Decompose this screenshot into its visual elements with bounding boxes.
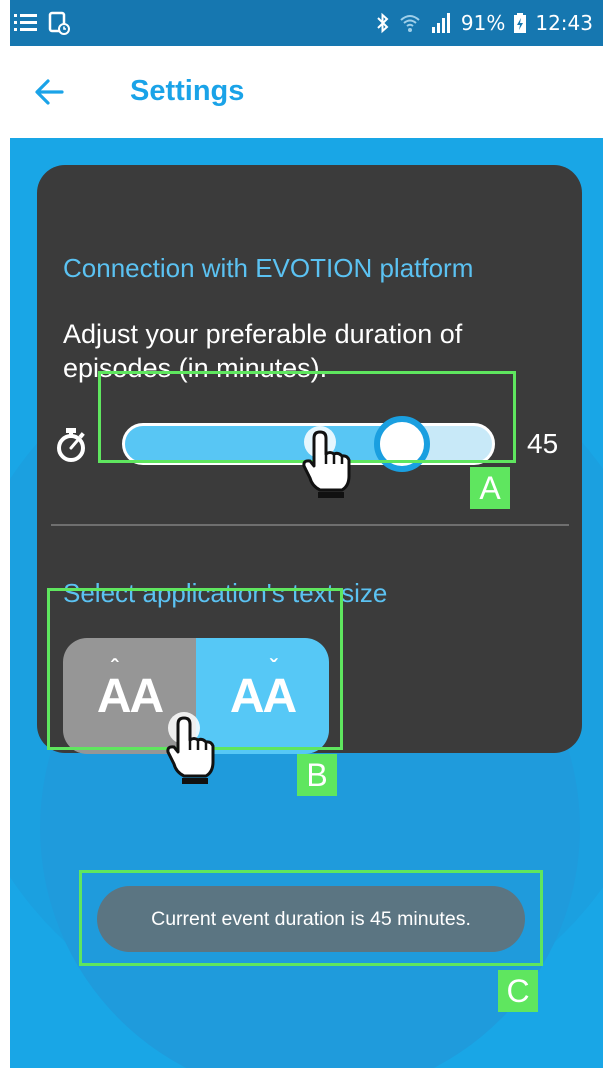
battery-percent: 91% bbox=[460, 11, 506, 35]
battery-charging-icon bbox=[513, 12, 527, 34]
connection-title: Connection with EVOTION platform bbox=[63, 253, 474, 283]
bluetooth-icon bbox=[375, 11, 391, 35]
app-bar: Settings bbox=[10, 46, 603, 138]
wifi-icon bbox=[399, 12, 421, 34]
highlight-box-c bbox=[79, 870, 543, 966]
page-title: Settings bbox=[130, 75, 245, 107]
annotation-label-c: C bbox=[498, 970, 538, 1012]
clock: 12:43 bbox=[535, 11, 593, 35]
divider bbox=[51, 524, 569, 526]
status-bar: 91% 12:43 bbox=[10, 0, 603, 46]
annotation-label-a: A bbox=[470, 467, 510, 509]
back-button[interactable] bbox=[32, 76, 68, 108]
notification-list-icon bbox=[14, 12, 38, 34]
status-bar-right: 91% 12:43 bbox=[375, 11, 603, 35]
tap-hand-icon bbox=[302, 426, 351, 498]
signal-icon bbox=[429, 12, 453, 34]
stopwatch-icon bbox=[57, 428, 85, 462]
annotation-label-b: B bbox=[297, 754, 337, 796]
arrow-left-icon bbox=[35, 79, 64, 105]
tap-hand-icon bbox=[166, 712, 215, 784]
status-bar-left bbox=[10, 11, 70, 35]
main-content: Connection with EVOTION platform Adjust … bbox=[10, 138, 603, 1068]
screenshot-icon bbox=[48, 11, 70, 35]
duration-value: 45 bbox=[527, 428, 559, 459]
